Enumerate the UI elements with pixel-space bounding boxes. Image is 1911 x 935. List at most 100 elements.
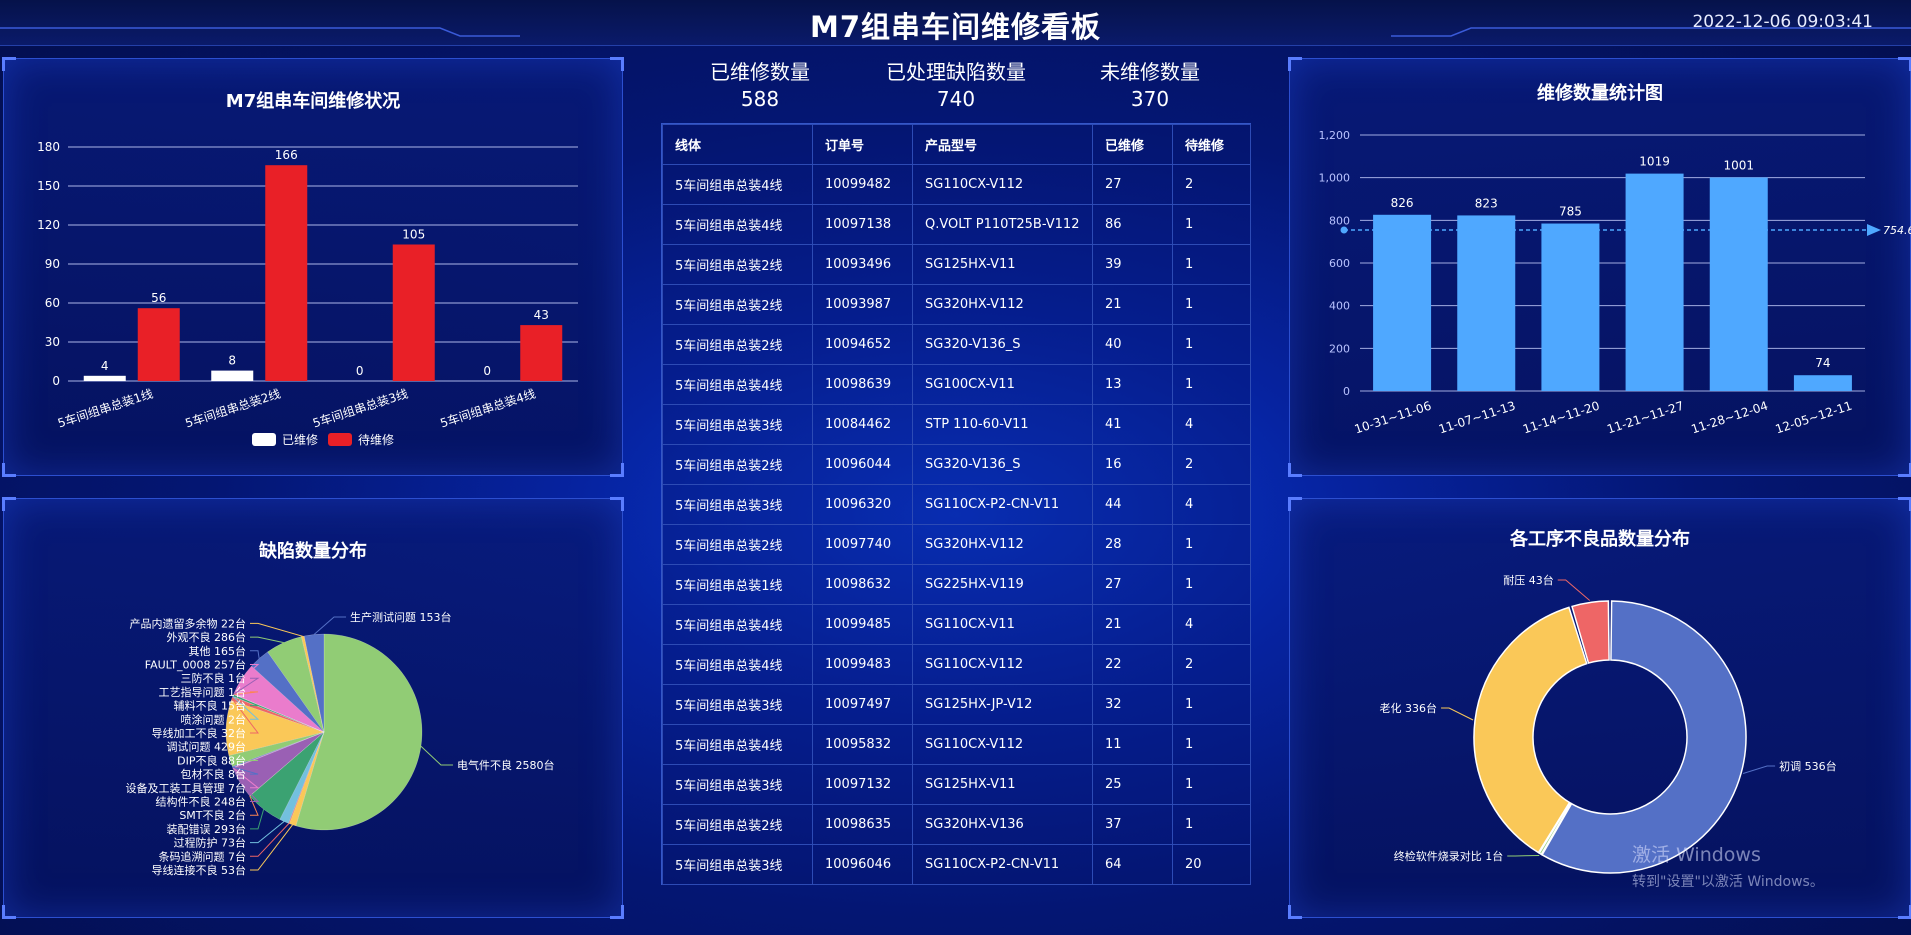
table-cell: SG320-V136_S (912, 444, 1093, 485)
label-leader-line (313, 616, 347, 635)
table-row[interactable]: 5车间组串总装1线 10098632 SG225HX-V119 27 1 (662, 564, 1251, 605)
data-label: 785 (1559, 205, 1582, 219)
slice-label: 电气件不良 2580台 (457, 758, 555, 772)
table-cell: SG320-V136_S (912, 324, 1093, 365)
table-row[interactable]: 5车间组串总装4线 10097138 Q.VOLT P110T25B-V112 86 1 (662, 204, 1251, 245)
stat-label: 已处理缺陷数量 (886, 60, 1026, 84)
header-bar: M7组串车间维修看板 2022-12-06 09:03:41 (0, 0, 1911, 46)
column-header-model[interactable]: 产品型号 (912, 124, 1093, 165)
table-row[interactable]: 5车间组串总装3线 10084462 STP 110-60-V11 41 4 (662, 404, 1251, 445)
y-tick-label: 400 (1329, 300, 1350, 313)
column-header-line[interactable]: 线体 (662, 124, 813, 165)
y-tick-label: 0 (1343, 385, 1350, 398)
table-cell: 4 (1172, 404, 1251, 445)
table-row[interactable]: 5车间组串总装3线 10096046 SG110CX-P2-CN-V11 64 20 (662, 844, 1251, 885)
table-row[interactable]: 5车间组串总装2线 10094652 SG320-V136_S 40 1 (662, 324, 1251, 365)
table-cell: 20 (1172, 844, 1251, 885)
data-label: 826 (1391, 196, 1414, 210)
slice-label: 产品内遗留多余物 22台 (130, 616, 247, 630)
data-label: 1001 (1723, 158, 1754, 172)
table-row[interactable]: 5车间组串总装4线 10098639 SG100CX-V11 13 1 (662, 364, 1251, 405)
table-row[interactable]: 5车间组串总装3线 10096320 SG110CX-P2-CN-V11 44 4 (662, 484, 1251, 525)
table-cell: 32 (1092, 684, 1173, 725)
weekly-repair-chart: 0 200 400 600 800 1,000 1,200 826 10-31~11-06 823… (1319, 129, 1911, 437)
table-row[interactable]: 5车间组串总装2线 10097740 SG320HX-V112 28 1 (662, 524, 1251, 565)
bar-weekly (1709, 177, 1768, 391)
table-cell: SG125HX-V11 (912, 764, 1093, 805)
slice-label: 外观不良 286台 (167, 630, 247, 644)
table-row[interactable]: 5车间组串总装2线 10093987 SG320HX-V112 21 1 (662, 284, 1251, 325)
table-cell: 10099482 (812, 164, 913, 205)
slice-label: SMT不良 2台 (179, 808, 246, 822)
y-tick-label: 30 (45, 335, 60, 349)
summary-stats: 已维修数量 588 已处理缺陷数量 740 未维修数量 370 (660, 56, 1250, 112)
datetime-display: 2022-12-06 09:03:41 (1692, 12, 1873, 32)
bar-weekly (1793, 375, 1852, 391)
stat-defects-handled: 已处理缺陷数量 740 (856, 56, 1056, 111)
page-title: M7组串车间维修看板 (809, 10, 1102, 44)
table-row[interactable]: 5车间组串总装4线 10099482 SG110CX-V112 27 2 (662, 164, 1251, 205)
table-row[interactable]: 5车间组串总装2线 10093496 SG125HX-V11 39 1 (662, 244, 1251, 285)
legend-swatch (328, 433, 352, 446)
x-tick-label: 11-07~11-13 (1437, 399, 1517, 437)
slice-label: FAULT_0008 257台 (145, 658, 246, 672)
table-row[interactable]: 5车间组串总装2线 10096044 SG320-V136_S 16 2 (662, 444, 1251, 485)
table-cell: 5车间组串总装2线 (662, 444, 813, 485)
table-cell: 10098632 (812, 564, 913, 605)
table-cell: 5车间组串总装2线 (662, 244, 813, 285)
data-label: 8 (228, 354, 236, 368)
table-cell: SG100CX-V11 (912, 364, 1093, 405)
table-cell: 1 (1172, 324, 1251, 365)
column-header-order[interactable]: 订单号 (812, 124, 913, 165)
slice-label: 过程防护 73台 (174, 836, 247, 850)
table-cell: 10098635 (812, 804, 913, 845)
table-cell: 1 (1172, 764, 1251, 805)
table-row[interactable]: 5车间组串总装3线 10097132 SG125HX-V11 25 1 (662, 764, 1251, 805)
stat-value: 370 (1130, 87, 1170, 111)
table-row[interactable]: 5车间组串总装2线 10098635 SG320HX-V136 37 1 (662, 804, 1251, 845)
stat-unrepaired: 未维修数量 370 (1050, 56, 1250, 111)
table-row[interactable]: 5车间组串总装4线 10095832 SG110CX-V112 11 1 (662, 724, 1251, 765)
stat-value: 588 (740, 87, 780, 111)
table-cell: SG110CX-P2-CN-V11 (912, 484, 1093, 525)
table-cell: 5车间组串总装2线 (662, 524, 813, 565)
column-header-pending[interactable]: 待维修 (1172, 124, 1251, 165)
data-label: 166 (275, 148, 298, 162)
table-cell: 27 (1092, 164, 1173, 205)
table-cell: 1 (1172, 684, 1251, 725)
column-header-repaired[interactable]: 已维修 (1092, 124, 1173, 165)
table-cell: 86 (1092, 204, 1173, 245)
label-leader-line (1441, 707, 1474, 721)
label-leader-line (250, 622, 303, 637)
watermark-line2: 转到"设置"以激活 Windows。 (1632, 874, 1824, 890)
table-row[interactable]: 5车间组串总装3线 10097497 SG125HX-JP-V12 32 1 (662, 684, 1251, 725)
table-row[interactable]: 5车间组串总装4线 10099485 SG110CX-V11 21 4 (662, 604, 1251, 645)
table-cell: 10095832 (812, 724, 913, 765)
table-cell: SG110CX-V112 (912, 644, 1093, 685)
slice-label: 初调 536台 (1779, 759, 1837, 773)
data-label: 43 (534, 308, 549, 322)
x-tick-label: 5车间组串总装4线 (438, 386, 537, 431)
bar-pending (520, 325, 563, 381)
legend-swatch (252, 433, 276, 446)
mean-line-arrow (1867, 224, 1881, 237)
data-label: 0 (483, 364, 491, 378)
table-cell: 39 (1092, 244, 1173, 285)
x-tick-label: 11-21~11-27 (1605, 399, 1685, 437)
y-tick-label: 1,200 (1319, 129, 1351, 142)
table-cell: SG125HX-V11 (912, 244, 1093, 285)
data-label: 4 (101, 359, 109, 373)
table-row[interactable]: 5车间组串总装4线 10099483 SG110CX-V112 22 2 (662, 644, 1251, 685)
defect-distribution-panel: 缺陷数量分布 电气件不良 2580台 生产测试问题 153台 导线连接不良 53台条… (2, 497, 624, 919)
table-cell: 5车间组串总装2线 (662, 324, 813, 365)
bar-weekly (1625, 173, 1684, 391)
weekly-repair-panel: 维修数量统计图 0 200 400 600 800 1,000 1,200 826 10-31~… (1288, 57, 1911, 477)
defect-pie-chart: 电气件不良 2580台 生产测试问题 153台导线连接不良 53台条码追溯问题 7… (126, 610, 555, 877)
label-leader-line (1507, 854, 1540, 857)
table-cell: 10097132 (812, 764, 913, 805)
legend-label: 已维修 (282, 432, 318, 447)
slice-label: 导线加工不良 32台 (152, 726, 247, 740)
table-cell: 10093987 (812, 284, 913, 325)
table-cell: 10099485 (812, 604, 913, 645)
slice-label: 老化 336台 (1380, 701, 1438, 715)
